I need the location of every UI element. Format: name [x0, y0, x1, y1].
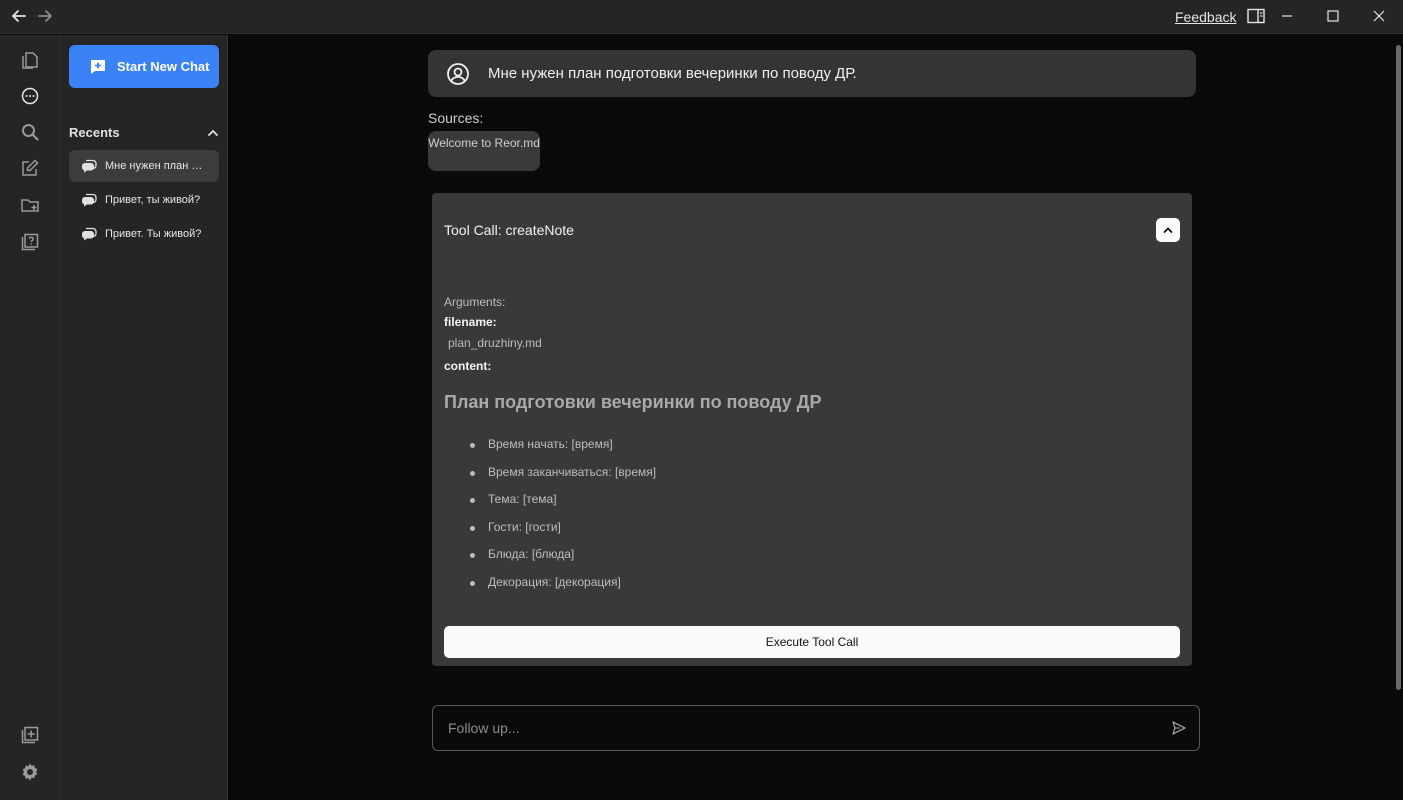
- user-message-text: Мне нужен план подготовки вечеринки по п…: [488, 65, 857, 82]
- title-bar: Feedback: [0, 0, 1403, 34]
- feedback-link[interactable]: Feedback: [1175, 9, 1236, 25]
- filename-value: plan_druzhiny.md: [448, 336, 542, 350]
- user-message: Мне нужен план подготовки вечеринки по п…: [428, 50, 1196, 97]
- filename-key: filename:: [444, 315, 497, 329]
- arguments-label: Arguments:: [444, 295, 506, 309]
- new-folder-icon[interactable]: [18, 193, 42, 217]
- forward-arrow-icon[interactable]: [35, 6, 55, 26]
- new-chat-icon: [91, 59, 105, 74]
- note-list-item: Время заканчиваться: [время]: [468, 465, 656, 493]
- note-list-item: Время начать: [время]: [468, 437, 656, 465]
- chevron-up-icon: [1163, 227, 1173, 233]
- recents-header[interactable]: Recents: [69, 125, 219, 140]
- help-icon[interactable]: [18, 230, 42, 254]
- note-list-item: Гости: [гости]: [468, 520, 656, 548]
- send-icon[interactable]: [1159, 720, 1199, 736]
- note-list-item: Блюда: [блюда]: [468, 547, 656, 575]
- recents-label: Recents: [69, 125, 120, 140]
- minimize-icon[interactable]: [1277, 6, 1297, 26]
- close-icon[interactable]: [1369, 6, 1389, 26]
- note-list-item: Декорация: [декорация]: [468, 575, 656, 603]
- tool-call-title: Tool Call: createNote: [444, 222, 574, 238]
- chevron-up-icon: [208, 129, 218, 136]
- start-new-chat-button[interactable]: Start New Chat: [69, 45, 219, 88]
- note-item-list: Время начать: [время] Время заканчиватьс…: [468, 437, 656, 603]
- tool-call-card: Tool Call: createNote Arguments: filenam…: [432, 193, 1192, 666]
- edit-icon[interactable]: [18, 156, 42, 180]
- recent-chat-label: Мне нужен план подготовки вечеринки по п…: [105, 160, 205, 172]
- follow-up-input[interactable]: [448, 720, 1159, 736]
- recent-chat-item[interactable]: Привет. Ты живой?: [69, 218, 219, 250]
- files-icon[interactable]: [18, 48, 42, 72]
- recent-chat-item[interactable]: Привет, ты живой?: [69, 184, 219, 216]
- chat-bubbles-icon: [82, 193, 97, 207]
- start-new-chat-label: Start New Chat: [117, 59, 210, 74]
- source-chip[interactable]: Welcome to Reor.md: [428, 131, 540, 171]
- execute-tool-call-button[interactable]: Execute Tool Call: [444, 626, 1180, 658]
- chat-sidebar: Start New Chat Recents Мне нужен план по…: [61, 35, 228, 800]
- user-avatar-icon: [447, 62, 469, 85]
- recent-chat-item[interactable]: Мне нужен план подготовки вечеринки по п…: [69, 150, 219, 182]
- scrollbar[interactable]: [1396, 45, 1401, 690]
- icon-bar: [0, 35, 61, 800]
- recent-chat-label: Привет. Ты живой?: [105, 228, 202, 240]
- recent-chat-label: Привет, ты живой?: [105, 194, 201, 206]
- chat-icon[interactable]: [18, 84, 42, 108]
- collapse-button[interactable]: [1156, 218, 1180, 242]
- back-arrow-icon[interactable]: [9, 6, 29, 26]
- note-heading: План подготовки вечеринки по поводу ДР: [444, 392, 822, 412]
- new-window-icon[interactable]: [18, 723, 42, 747]
- search-icon[interactable]: [18, 120, 42, 144]
- follow-up-box: [432, 705, 1200, 751]
- sidebar-toggle-icon[interactable]: [1246, 6, 1266, 26]
- settings-icon[interactable]: [18, 760, 42, 784]
- maximize-icon[interactable]: [1323, 6, 1343, 26]
- sources-label: Sources:: [428, 110, 484, 126]
- content-key: content:: [444, 359, 492, 373]
- chat-bubbles-icon: [82, 227, 97, 241]
- chat-bubbles-icon: [82, 159, 97, 173]
- note-list-item: Тема: [тема]: [468, 492, 656, 520]
